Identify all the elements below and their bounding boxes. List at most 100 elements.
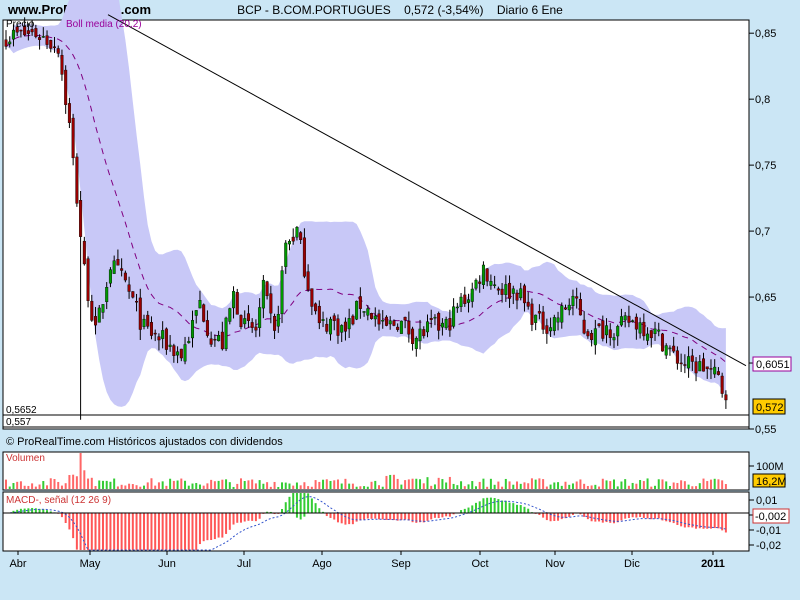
volume-bar — [419, 479, 422, 489]
x-tick-label: Sep — [391, 558, 411, 570]
min-label-1: 0,5652 — [6, 405, 37, 416]
volume-bar — [213, 481, 216, 489]
candle-body — [127, 284, 131, 292]
candle-body — [254, 326, 258, 331]
macd-bar — [94, 513, 97, 550]
candle-body — [60, 55, 64, 75]
volume-bar — [654, 485, 657, 489]
candle-body — [317, 305, 321, 324]
candle-body — [97, 307, 101, 323]
candle-body — [220, 331, 224, 350]
volume-bar — [489, 478, 492, 489]
volume-bar — [366, 486, 369, 489]
volume-bar — [687, 484, 690, 489]
volume-bar — [422, 483, 425, 489]
candle-body — [440, 322, 444, 328]
volume-bar — [314, 480, 317, 489]
candle-body — [284, 242, 288, 267]
chart-svg: 0,550,60,650,70,750,80,850,60510,57216,2… — [2, 0, 792, 570]
volume-bar — [128, 483, 131, 489]
volume-bar — [404, 480, 407, 489]
volume-bar — [609, 481, 612, 489]
macd-bar — [213, 513, 216, 540]
volume-bar — [146, 482, 149, 489]
x-tick-label: Ago — [312, 558, 332, 570]
macd-tick-label: -0,02 — [756, 540, 781, 552]
macd-bar — [184, 513, 187, 550]
candle-body — [463, 294, 467, 304]
candle-body — [213, 338, 217, 341]
candle-body — [38, 37, 42, 40]
candle-body — [56, 48, 60, 54]
candle-body — [496, 288, 500, 291]
candle-body — [396, 326, 400, 330]
candle-body — [578, 299, 582, 316]
candle-body — [123, 272, 127, 281]
macd-bar — [336, 513, 339, 523]
macd-bar — [493, 498, 496, 513]
candle-body — [287, 241, 291, 245]
macd-bar — [642, 513, 645, 518]
volume-bar — [568, 484, 571, 489]
volume-bar — [120, 484, 123, 489]
volume-bar — [486, 486, 489, 489]
candle-body — [444, 318, 448, 329]
macd-bar — [654, 513, 657, 519]
candle-body — [560, 305, 564, 323]
candle-body — [112, 260, 116, 274]
macd-bar — [504, 500, 507, 513]
candle-body — [530, 303, 534, 325]
volume-bar — [706, 481, 709, 489]
macd-bar — [120, 513, 123, 550]
candle-body — [49, 40, 53, 49]
volume-bar — [228, 482, 231, 489]
candle-body — [459, 296, 463, 307]
candle-body — [414, 337, 418, 349]
macd-bar — [486, 497, 489, 513]
volume-bar — [389, 474, 392, 489]
candle-body — [246, 313, 250, 321]
volume-bar — [363, 486, 366, 489]
x-tick-label: May — [80, 558, 101, 570]
macd-bar — [318, 508, 321, 513]
volume-bar — [575, 481, 578, 489]
macd-bar — [437, 513, 440, 519]
volume-bar — [210, 479, 213, 489]
volume-bar — [221, 479, 224, 489]
candle-body — [366, 308, 370, 316]
last-close-value: 0,572 — [756, 402, 784, 414]
volume-bar — [68, 475, 71, 489]
x-tick-label: Dic — [624, 558, 640, 570]
volume-bar — [5, 479, 7, 489]
macd-bar — [433, 513, 436, 518]
volume-bar — [124, 485, 127, 489]
candle-body — [467, 299, 471, 303]
volume-bar — [187, 485, 190, 489]
volume-bar — [661, 479, 664, 489]
macd-bar — [598, 513, 601, 522]
volume-bar — [322, 479, 325, 489]
volume-bar — [83, 470, 86, 489]
volume-bar — [239, 478, 242, 489]
volume-bar — [232, 486, 235, 489]
volume-bar — [448, 476, 451, 489]
macd-bar — [363, 513, 366, 520]
volume-bar — [277, 486, 280, 489]
volume-bar — [75, 476, 78, 489]
candle-body — [519, 288, 523, 299]
volume-bar — [299, 485, 302, 489]
candle-body — [567, 304, 571, 311]
volume-bar — [545, 486, 548, 489]
macd-bar — [545, 513, 548, 521]
macd-bar — [400, 513, 403, 521]
volume-bar — [98, 480, 101, 489]
candle-body — [634, 316, 638, 330]
candle-body — [67, 103, 71, 123]
candle-body — [261, 279, 265, 309]
macd-bar — [351, 513, 354, 525]
volume-bar — [698, 483, 701, 489]
volume-bar — [251, 479, 254, 489]
volume-bar — [31, 483, 34, 489]
macd-bar — [191, 513, 194, 550]
volume-bar — [665, 481, 668, 489]
